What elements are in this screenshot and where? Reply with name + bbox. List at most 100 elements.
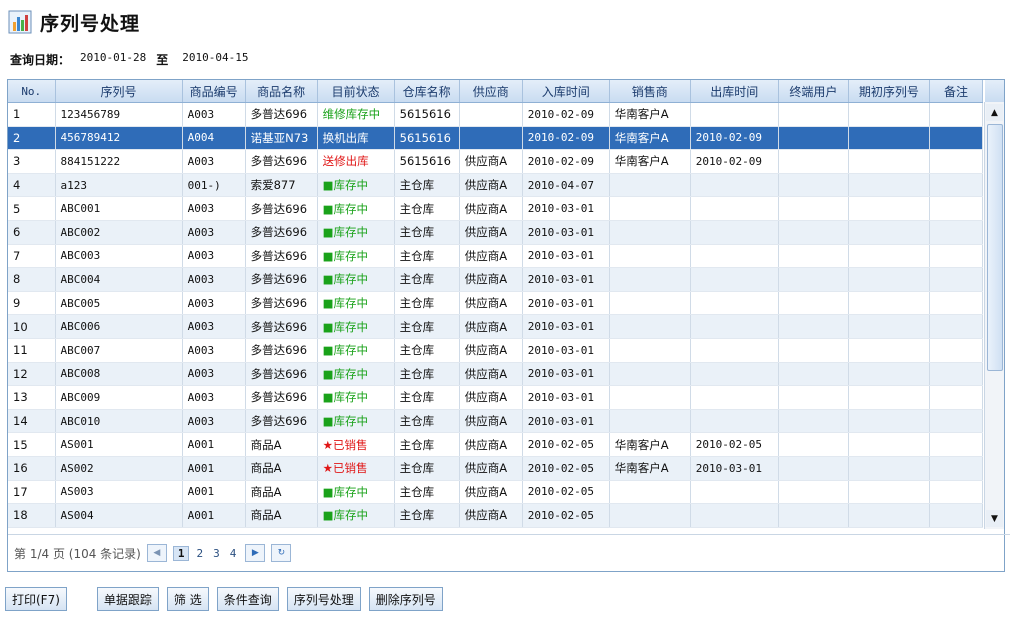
in-date-cell: 2010-02-09 bbox=[522, 102, 610, 127]
column-header[interactable]: 出库时间 bbox=[690, 80, 779, 103]
page-number-link[interactable]: 3 bbox=[210, 547, 223, 560]
column-header[interactable]: 入库时间 bbox=[522, 80, 610, 103]
product-name-cell: 多普达696 bbox=[245, 409, 318, 434]
table-row[interactable]: 13 ABC009 A003 多普达696 ■库存中 主仓库 供应商A 2010-03-01 bbox=[8, 385, 984, 410]
vertical-scrollbar[interactable]: ▲ ▼ bbox=[984, 102, 1004, 529]
in-date-cell: 2010-03-01 bbox=[522, 244, 610, 269]
table-row[interactable]: 16 AS002 A001 商品A ★已销售 主仓库 供应商A 2010-02-05 华南客户A… bbox=[8, 456, 984, 481]
table-row[interactable]: 18 AS004 A001 商品A ■库存中 主仓库 供应商A 2010-02-05 bbox=[8, 503, 984, 528]
seller-cell bbox=[609, 220, 691, 245]
out-date-cell bbox=[690, 409, 779, 434]
initial-serial-cell bbox=[848, 267, 930, 292]
column-header[interactable]: 序列号 bbox=[55, 80, 183, 103]
end-user-cell bbox=[778, 503, 849, 528]
initial-serial-cell bbox=[848, 291, 930, 316]
current-status-cell: ■库存中 bbox=[317, 173, 395, 198]
page-number-link[interactable]: 2 bbox=[193, 547, 206, 560]
caret-down-icon[interactable]: ▼ bbox=[986, 510, 1003, 527]
column-header[interactable]: 备注 bbox=[929, 80, 984, 103]
out-date-cell bbox=[690, 503, 779, 528]
table-row[interactable]: 12 ABC008 A003 多普达696 ■库存中 主仓库 供应商A 2010-03-01 bbox=[8, 362, 984, 387]
product-name-cell: 诺基亚N73 bbox=[245, 126, 318, 151]
product-code-cell: A003 bbox=[182, 244, 246, 269]
column-header[interactable]: 终端用户 bbox=[778, 80, 849, 103]
in-date-cell: 2010-03-01 bbox=[522, 362, 610, 387]
note-cell bbox=[929, 409, 984, 434]
current-status-cell: ■库存中 bbox=[317, 385, 395, 410]
table-row[interactable]: 3 884151222 A003 多普达696 送修出库 5615616 供应商A 2010-… bbox=[8, 149, 984, 174]
product-code-cell: A003 bbox=[182, 409, 246, 434]
product-code-cell: A001 bbox=[182, 456, 246, 481]
supplier-cell: 供应商A bbox=[459, 291, 523, 316]
column-header[interactable]: 商品编号 bbox=[182, 80, 246, 103]
table-row[interactable]: 15 AS001 A001 商品A ★已销售 主仓库 供应商A 2010-02-05 华南客户A… bbox=[8, 432, 984, 457]
supplier-cell: 供应商A bbox=[459, 409, 523, 434]
track-document-button[interactable]: 单据跟踪 bbox=[96, 587, 159, 611]
table-row[interactable]: 2 456789412 A004 诺基亚N73 换机出库 5615616 2010-02-0… bbox=[8, 126, 984, 151]
caret-up-icon[interactable]: ▲ bbox=[986, 104, 1003, 121]
column-header[interactable]: 目前状态 bbox=[317, 80, 395, 103]
chevron-right-icon[interactable]: ▶ bbox=[245, 544, 266, 562]
chevron-left-icon[interactable]: ◀ bbox=[146, 544, 167, 562]
warehouse-name-cell: 主仓库 bbox=[394, 480, 460, 505]
initial-serial-cell bbox=[848, 456, 930, 481]
supplier-cell: 供应商A bbox=[459, 432, 523, 457]
table-row[interactable]: 4 a123 001-) 索爱877 ■库存中 主仓库 供应商A 2010-04-07 bbox=[8, 173, 984, 198]
in-date-cell: 2010-03-01 bbox=[522, 267, 610, 292]
in-date-cell: 2010-02-09 bbox=[522, 126, 610, 151]
table-row[interactable]: 14 ABC010 A003 多普达696 ■库存中 主仓库 供应商A 2010-03-01 bbox=[8, 409, 984, 434]
scrollbar-thumb[interactable] bbox=[987, 124, 1003, 371]
page-number-link[interactable]: 1 bbox=[172, 545, 190, 561]
page-number-link[interactable]: 4 bbox=[227, 547, 240, 560]
end-user-cell bbox=[778, 244, 849, 269]
table-row[interactable]: 8 ABC004 A003 多普达696 ■库存中 主仓库 供应商A 2010-03-01 bbox=[8, 267, 984, 292]
action-toolbar: 打印(F7) 单据跟踪 筛 选 条件查询 序列号处理 删除序列号 bbox=[5, 587, 443, 611]
note-cell bbox=[929, 173, 984, 198]
in-date-cell: 2010-03-01 bbox=[522, 409, 610, 434]
table-row[interactable]: 17 AS003 A001 商品A ■库存中 主仓库 供应商A 2010-02-05 bbox=[8, 480, 984, 505]
table-row[interactable]: 5 ABC001 A003 多普达696 ■库存中 主仓库 供应商A 2010-03-01 bbox=[8, 196, 984, 221]
warehouse-name-cell: 主仓库 bbox=[394, 362, 460, 387]
table-row[interactable]: 6 ABC002 A003 多普达696 ■库存中 主仓库 供应商A 2010-03-01 bbox=[8, 220, 984, 245]
refresh-icon[interactable]: ↻ bbox=[271, 544, 292, 562]
product-code-cell: A001 bbox=[182, 432, 246, 457]
product-code-cell: A003 bbox=[182, 385, 246, 410]
column-header[interactable]: 供应商 bbox=[459, 80, 523, 103]
supplier-cell: 供应商A bbox=[459, 196, 523, 221]
note-cell bbox=[929, 196, 984, 221]
table-row[interactable]: 9 ABC005 A003 多普达696 ■库存中 主仓库 供应商A 2010-03-01 bbox=[8, 291, 984, 316]
print-button[interactable]: 打印(F7) bbox=[5, 587, 67, 611]
serial-number-cell: ABC002 bbox=[55, 220, 183, 245]
page-title: 序列号处理 bbox=[40, 12, 141, 35]
column-header[interactable]: 商品名称 bbox=[245, 80, 318, 103]
query-to-label: 至 bbox=[156, 53, 169, 67]
warehouse-name-cell: 主仓库 bbox=[394, 173, 460, 198]
supplier-cell: 供应商A bbox=[459, 503, 523, 528]
seller-cell bbox=[609, 385, 691, 410]
supplier-cell: 供应商A bbox=[459, 244, 523, 269]
serial-number-cell: a123 bbox=[55, 173, 183, 198]
table-row[interactable]: 10 ABC006 A003 多普达696 ■库存中 主仓库 供应商A 2010-03-01 bbox=[8, 314, 984, 339]
initial-serial-cell bbox=[848, 102, 930, 127]
table-row[interactable]: 11 ABC007 A003 多普达696 ■库存中 主仓库 供应商A 2010-03-01 bbox=[8, 338, 984, 363]
product-name-cell: 多普达696 bbox=[245, 385, 318, 410]
delete-serial-button[interactable]: 删除序列号 bbox=[368, 587, 443, 611]
seller-cell bbox=[609, 267, 691, 292]
table-row[interactable]: 1 123456789 A003 多普达696 维修库存中 5615616 2010-02-… bbox=[8, 102, 984, 127]
query-date-from: 2010-01-28 bbox=[80, 51, 147, 64]
initial-serial-cell bbox=[848, 149, 930, 174]
serial-process-button[interactable]: 序列号处理 bbox=[286, 587, 361, 611]
serial-number-cell: AS003 bbox=[55, 480, 183, 505]
column-header[interactable]: No. bbox=[8, 80, 56, 103]
end-user-cell bbox=[778, 409, 849, 434]
column-header[interactable]: 销售商 bbox=[609, 80, 691, 103]
current-status-cell: ■库存中 bbox=[317, 314, 395, 339]
filter-button[interactable]: 筛 选 bbox=[166, 587, 209, 611]
end-user-cell bbox=[778, 314, 849, 339]
table-row[interactable]: 7 ABC003 A003 多普达696 ■库存中 主仓库 供应商A 2010-03-01 bbox=[8, 244, 984, 269]
column-header[interactable]: 仓库名称 bbox=[394, 80, 460, 103]
conditional-query-button[interactable]: 条件查询 bbox=[216, 587, 279, 611]
out-date-cell: 2010-02-09 bbox=[690, 149, 779, 174]
serial-number-cell: AS001 bbox=[55, 432, 183, 457]
column-header[interactable]: 期初序列号 bbox=[848, 80, 930, 103]
